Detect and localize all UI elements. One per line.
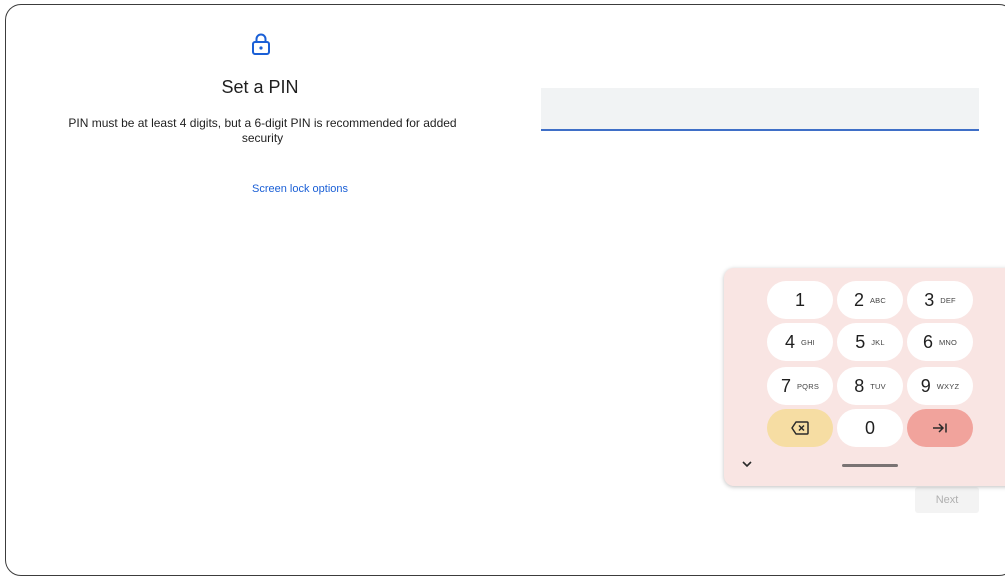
backspace-key[interactable] bbox=[767, 409, 833, 447]
key-0[interactable]: 0 bbox=[837, 409, 903, 447]
key-digit: 1 bbox=[794, 289, 805, 310]
key-letters: GHI bbox=[801, 337, 815, 347]
key-digit: 5 bbox=[855, 331, 866, 352]
key-digit: 8 bbox=[854, 375, 865, 396]
key-8[interactable]: 8 TUV bbox=[837, 367, 903, 405]
key-letters: PQRS bbox=[796, 381, 820, 391]
key-digit: 4 bbox=[785, 331, 796, 352]
pin-input[interactable] bbox=[541, 88, 979, 131]
key-4[interactable]: 4 GHI bbox=[767, 323, 833, 361]
keyboard-drag-handle[interactable] bbox=[842, 464, 898, 467]
key-digit: 9 bbox=[920, 375, 931, 396]
key-3[interactable]: 3 DEF bbox=[907, 281, 973, 319]
key-letters: DEF bbox=[940, 295, 956, 305]
key-letters: TUV bbox=[870, 381, 886, 391]
tab-arrow-icon bbox=[933, 423, 947, 433]
key-letters: JKL bbox=[871, 337, 885, 347]
key-1[interactable]: 1 bbox=[767, 281, 833, 319]
key-digit: 0 bbox=[864, 417, 875, 438]
key-6[interactable]: 6 MNO bbox=[907, 323, 973, 361]
backspace-icon bbox=[791, 421, 809, 435]
lock-icon bbox=[252, 33, 270, 55]
tab-action-key[interactable] bbox=[907, 409, 973, 447]
key-digit: 7 bbox=[780, 375, 791, 396]
numeric-keyboard: 1 2 ABC 3 DEF 4 GHI 5 JKL 6 MNO 7 PQRS 8… bbox=[724, 268, 1005, 486]
key-5[interactable]: 5 JKL bbox=[837, 323, 903, 361]
key-digit: 6 bbox=[922, 331, 933, 352]
screen-lock-options-link[interactable]: Screen lock options bbox=[200, 183, 400, 195]
key-9[interactable]: 9 WXYZ bbox=[907, 367, 973, 405]
page-title: Set a PIN bbox=[221, 77, 299, 97]
key-2[interactable]: 2 ABC bbox=[837, 281, 903, 319]
key-letters: ABC bbox=[869, 295, 887, 305]
key-digit: 2 bbox=[853, 289, 864, 310]
chevron-down-icon[interactable] bbox=[740, 458, 754, 470]
pin-description: PIN must be at least 4 digits, but a 6-d… bbox=[68, 116, 457, 145]
key-digit: 3 bbox=[924, 289, 935, 310]
next-button[interactable]: Next bbox=[915, 487, 979, 513]
key-7[interactable]: 7 PQRS bbox=[767, 367, 833, 405]
key-letters: MNO bbox=[938, 337, 958, 347]
key-letters: WXYZ bbox=[936, 381, 960, 391]
